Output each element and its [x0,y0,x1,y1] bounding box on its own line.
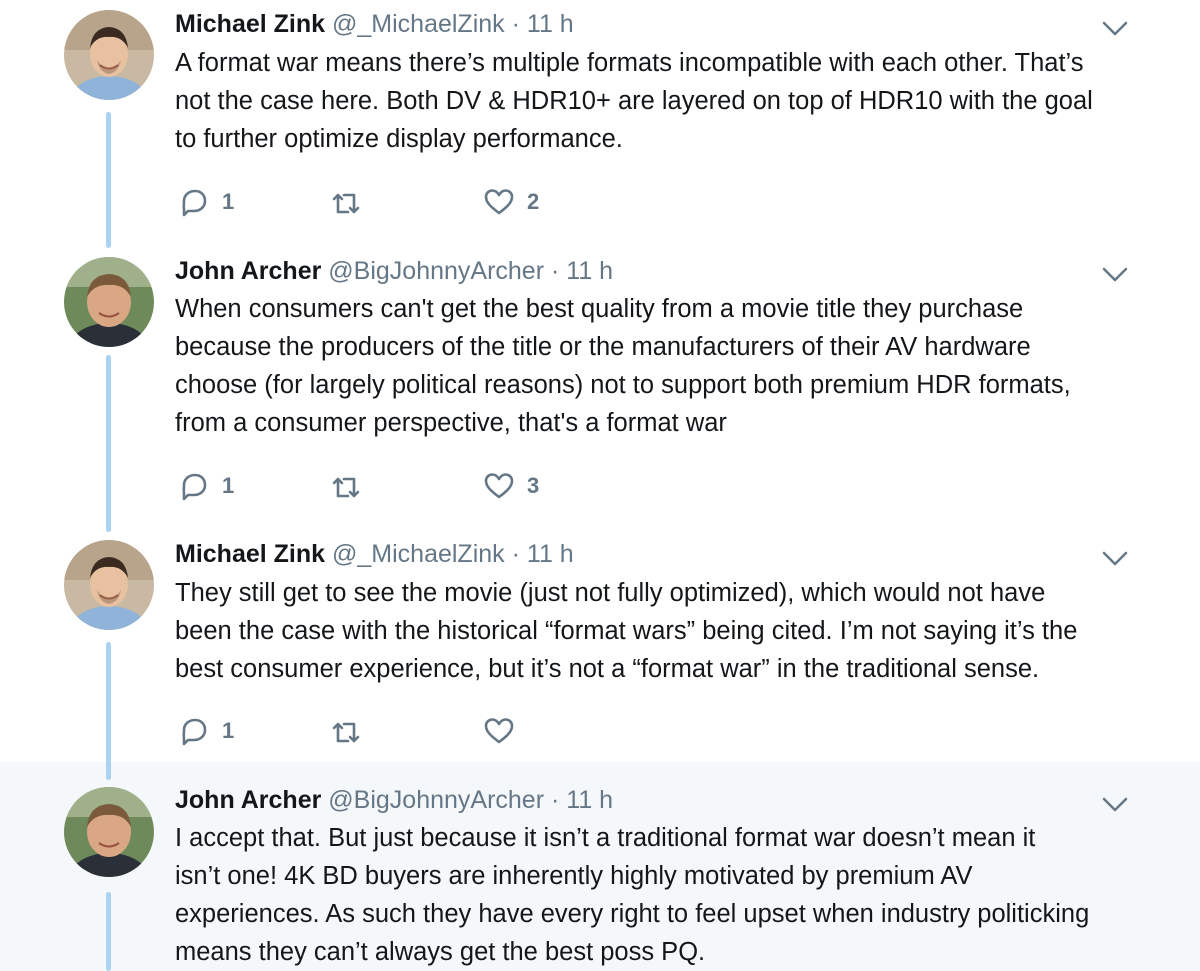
thread-connector-line [106,112,111,248]
tweet-text-line: They still get to see the movie (just no… [175,579,1046,607]
retweet-icon [332,477,360,498]
heart-icon [484,473,514,499]
tweet-text-line: isn’t one! 4K BD buyers are inherently h… [175,862,973,890]
author-name[interactable]: Michael Zink [175,10,325,38]
reply-button[interactable]: 1 [178,715,234,747]
tweet-text-line: I accept that. But just because it isn’t… [175,824,1036,852]
separator-dot: · [551,786,560,814]
tweet-header: Michael Zink @_MichaelZink · 11 h [175,8,574,40]
chevron-down-icon[interactable] [1102,20,1128,38]
author-handle[interactable]: @_MichaelZink [332,10,505,38]
author-name[interactable]: John Archer [175,257,321,285]
retweet-button[interactable] [330,715,374,747]
author-handle[interactable]: @BigJohnnyArcher [328,257,544,285]
avatar-michael-zink[interactable] [64,540,154,630]
avatar-image [64,10,154,100]
reply-icon [182,718,207,746]
conversation-thread: Michael Zink @_MichaelZink · 11 h A form… [0,0,1200,971]
reply-icon [182,189,207,217]
tweet-header: John Archer @BigJohnnyArcher · 11 h [175,784,613,816]
avatar-michael-zink[interactable] [64,10,154,100]
author-name[interactable]: Michael Zink [175,540,325,568]
thread-connector-line [106,642,111,780]
reply-button[interactable]: 1 [178,470,234,502]
tweet-text-line: best consumer experience, but it’s not a… [175,655,1040,683]
author-handle[interactable]: @_MichaelZink [332,540,505,568]
avatar-john-archer[interactable] [64,257,154,347]
thread-connector-line [106,892,111,971]
like-button[interactable] [483,715,527,747]
avatar-image [64,257,154,347]
like-button[interactable]: 2 [483,186,539,218]
reply-count: 1 [222,189,235,214]
tweet-text-line: to further optimize display performance. [175,125,623,153]
tweet-timestamp[interactable]: 11 h [527,10,574,38]
tweet-text: When consumers can't get the best qualit… [175,290,1165,442]
separator-dot: · [551,257,560,285]
tweet-text-line: means they can’t always get the best pos… [175,938,706,966]
reply-button[interactable]: 1 [178,186,234,218]
tweet-actions: 1 2 [178,186,598,218]
like-count: 2 [527,189,540,214]
thread-connector-line [106,355,111,532]
tweet-timestamp[interactable]: 11 h [566,257,613,285]
tweet-text-line: not the case here. Both DV & HDR10+ are … [175,87,1093,115]
tweet-actions: 1 [178,715,598,747]
avatar-image [64,540,154,630]
tweet-text: They still get to see the movie (just no… [175,574,1165,688]
retweet-icon [332,193,360,214]
tweet-text-line: been the case with the historical “forma… [175,617,1078,645]
tweet-actions: 1 3 [178,470,598,502]
author-name[interactable]: John Archer [175,786,321,814]
like-count: 3 [527,473,540,498]
tweet-text-line: experiences. As such they have every rig… [175,900,1090,928]
reply-count: 1 [222,473,235,498]
heart-icon [484,189,514,215]
tweet-text-line: choose (for largely political reasons) n… [175,371,1071,399]
tweet-timestamp[interactable]: 11 h [527,540,574,568]
tweet-text: A format war means there’s multiple form… [175,44,1165,158]
tweet-text-line: from a consumer perspective, that's a fo… [175,409,727,437]
retweet-icon [332,722,360,743]
retweet-button[interactable] [330,470,374,502]
separator-dot: · [511,10,520,38]
tweet-timestamp[interactable]: 11 h [566,786,613,814]
heart-icon [484,718,514,744]
tweet-text-line: When consumers can't get the best qualit… [175,295,1024,323]
avatar-image [64,787,154,877]
reply-icon [182,473,207,501]
author-handle[interactable]: @BigJohnnyArcher [328,786,544,814]
tweet-header: John Archer @BigJohnnyArcher · 11 h [175,255,613,287]
chevron-down-icon[interactable] [1102,266,1128,284]
like-button[interactable]: 3 [483,470,539,502]
avatar-john-archer[interactable] [64,787,154,877]
reply-count: 1 [222,718,235,743]
tweet-text-line: A format war means there’s multiple form… [175,49,1084,77]
separator-dot: · [511,540,520,568]
tweet-header: Michael Zink @_MichaelZink · 11 h [175,538,574,570]
chevron-down-icon[interactable] [1102,796,1128,814]
retweet-button[interactable] [330,186,374,218]
tweet-text-line: because the producers of the title or th… [175,333,1031,361]
tweet-text: I accept that. But just because it isn’t… [175,819,1165,971]
chevron-down-icon[interactable] [1102,550,1128,568]
